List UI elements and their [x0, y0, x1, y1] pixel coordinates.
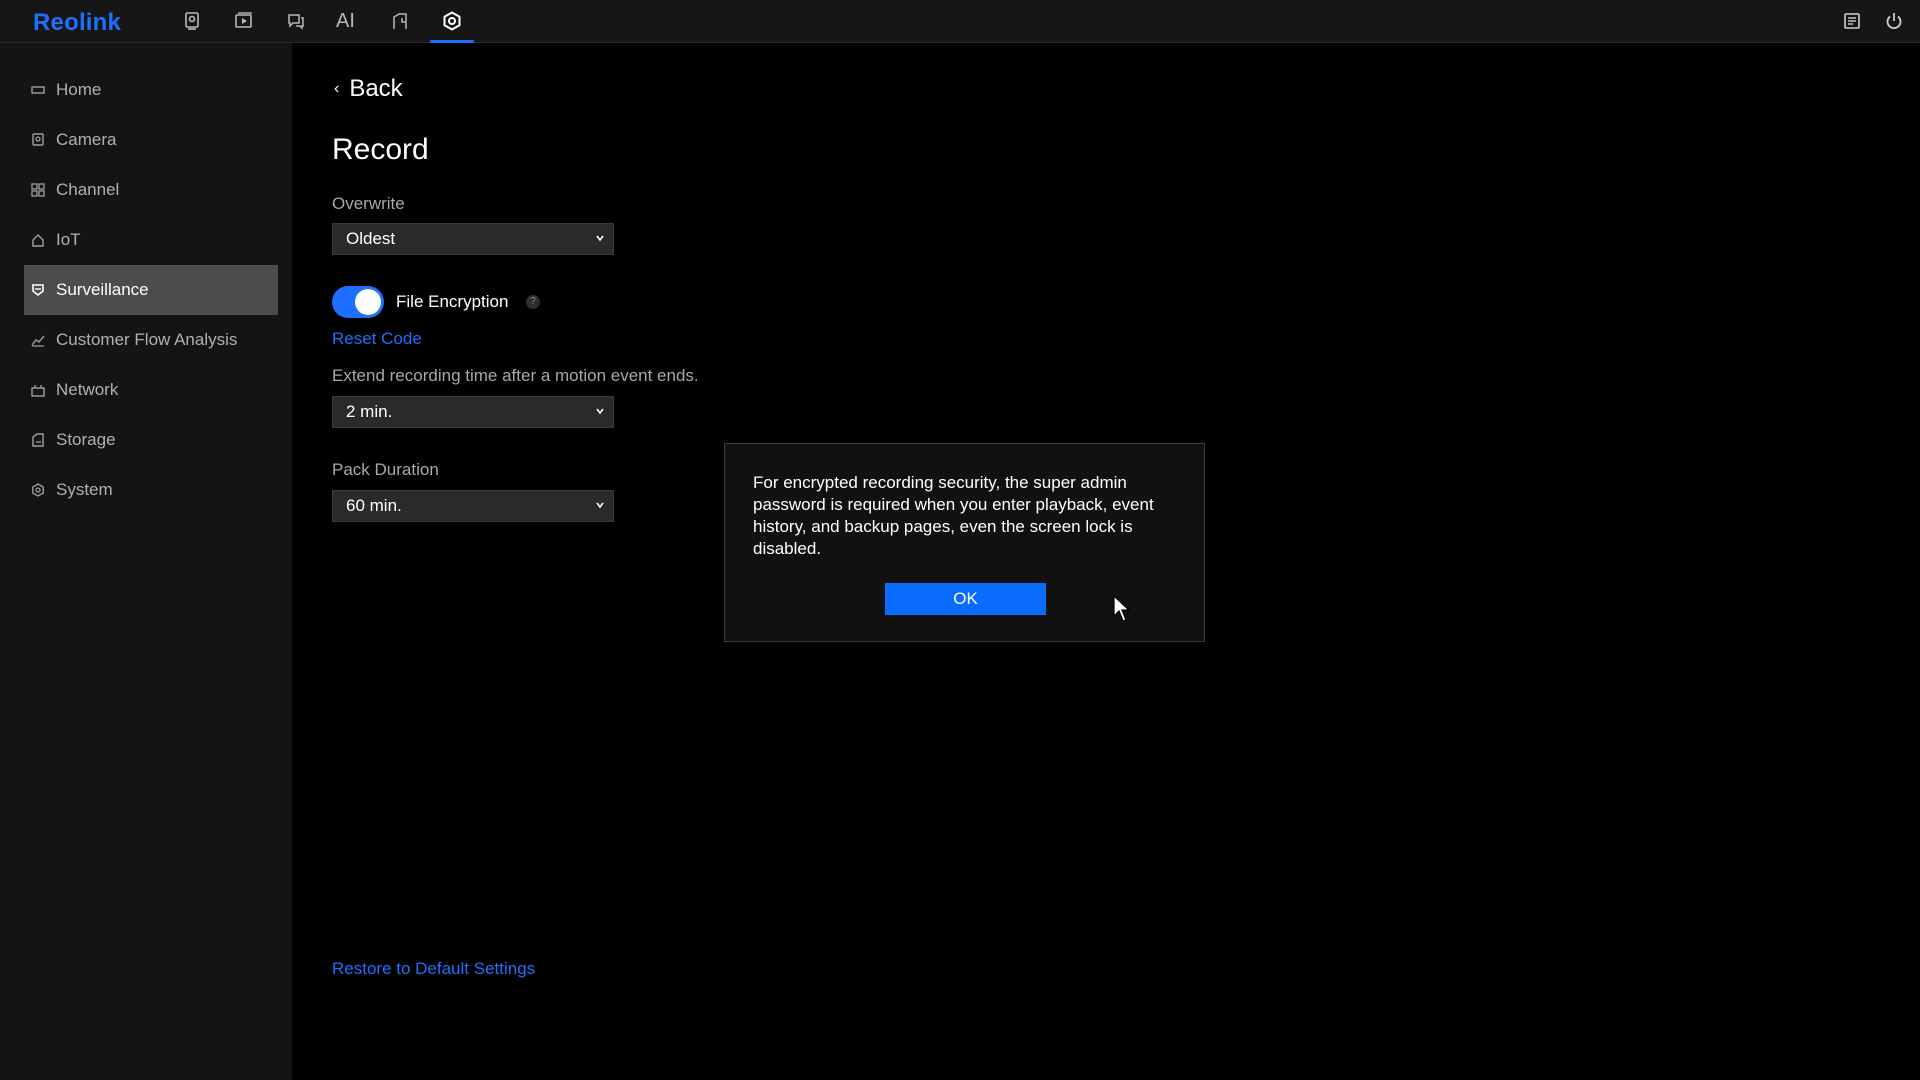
- camera-icon: [30, 132, 46, 148]
- chevron-down-icon: [596, 408, 604, 415]
- restore-default-link[interactable]: Restore to Default Settings: [332, 959, 535, 979]
- pack-duration-select[interactable]: 60 min.: [332, 490, 614, 522]
- sidebar-item-home[interactable]: Home: [24, 65, 278, 115]
- ok-button[interactable]: OK: [885, 583, 1046, 615]
- channel-grid-icon: [30, 182, 46, 198]
- extend-recording-select[interactable]: 2 min.: [332, 396, 614, 428]
- reset-code-link[interactable]: Reset Code: [332, 329, 422, 349]
- sidebar-item-label: Channel: [56, 180, 120, 199]
- page-title: Record: [332, 133, 429, 166]
- sidebar-item-label: Camera: [56, 130, 117, 149]
- pack-duration-label: Pack Duration: [332, 460, 439, 479]
- iot-house-icon: [30, 232, 46, 248]
- sidebar-item-camera[interactable]: Camera: [24, 115, 278, 165]
- sidebar-item-storage[interactable]: Storage: [24, 415, 278, 465]
- back-label: Back: [349, 75, 403, 102]
- overwrite-label: Overwrite: [332, 194, 405, 213]
- chevron-down-icon: [596, 502, 604, 509]
- chevron-left-icon: ‹: [334, 80, 340, 97]
- sidebar-item-label: Network: [56, 380, 119, 399]
- mouse-cursor-icon: [1113, 595, 1131, 622]
- overwrite-value: Oldest: [346, 229, 396, 248]
- sidebar-item-channel[interactable]: Channel: [24, 165, 278, 215]
- sidebar-item-label: Storage: [56, 430, 116, 449]
- playback-icon[interactable]: [232, 9, 256, 33]
- notes-icon[interactable]: [1840, 9, 1864, 33]
- top-bar: Reolink AI: [0, 0, 1920, 43]
- reolink-logo: Reolink: [33, 9, 122, 36]
- extend-recording-label: Extend recording time after a motion eve…: [332, 366, 699, 385]
- chart-icon: [30, 332, 46, 348]
- sidebar-item-label: Surveillance: [56, 280, 149, 299]
- extend-recording-value: 2 min.: [346, 402, 393, 421]
- file-encryption-label: File Encryption: [396, 292, 509, 311]
- sidebar-item-label: Customer Flow Analysis: [56, 330, 238, 349]
- network-icon: [30, 382, 46, 398]
- settings-icon[interactable]: [440, 9, 464, 33]
- encryption-info-dialog: For encrypted recording security, the su…: [724, 443, 1205, 642]
- chevron-down-icon: [596, 235, 604, 242]
- sidebar-item-network[interactable]: Network: [24, 365, 278, 415]
- sidebar-item-iot[interactable]: IoT: [24, 215, 278, 265]
- sidebar-item-surveillance[interactable]: Surveillance: [24, 265, 278, 315]
- shield-icon: [30, 282, 46, 298]
- sidebar-item-label: Home: [56, 80, 102, 99]
- file-encryption-toggle[interactable]: [332, 286, 384, 318]
- power-icon[interactable]: [1882, 9, 1906, 33]
- back-button[interactable]: ‹ Back: [334, 75, 403, 103]
- file-search-icon[interactable]: [388, 9, 412, 33]
- preview-icon[interactable]: [180, 9, 204, 33]
- sidebar: Home Camera Channel IoT Surveillance Cus…: [0, 43, 292, 1080]
- sidebar-item-label: System: [56, 480, 113, 499]
- ai-tab[interactable]: AI: [336, 10, 355, 33]
- system-gear-icon: [30, 482, 46, 498]
- help-icon[interactable]: ?: [526, 295, 540, 309]
- messages-icon[interactable]: [284, 9, 308, 33]
- toggle-knob: [355, 289, 381, 315]
- storage-icon: [30, 432, 46, 448]
- pack-duration-value: 60 min.: [346, 496, 402, 515]
- sidebar-item-system[interactable]: System: [24, 465, 278, 515]
- dialog-message: For encrypted recording security, the su…: [753, 473, 1154, 558]
- home-icon: [30, 82, 46, 98]
- sidebar-item-label: IoT: [56, 230, 81, 249]
- overwrite-select[interactable]: Oldest: [332, 223, 614, 255]
- sidebar-item-customer-flow-analysis[interactable]: Customer Flow Analysis: [24, 315, 278, 365]
